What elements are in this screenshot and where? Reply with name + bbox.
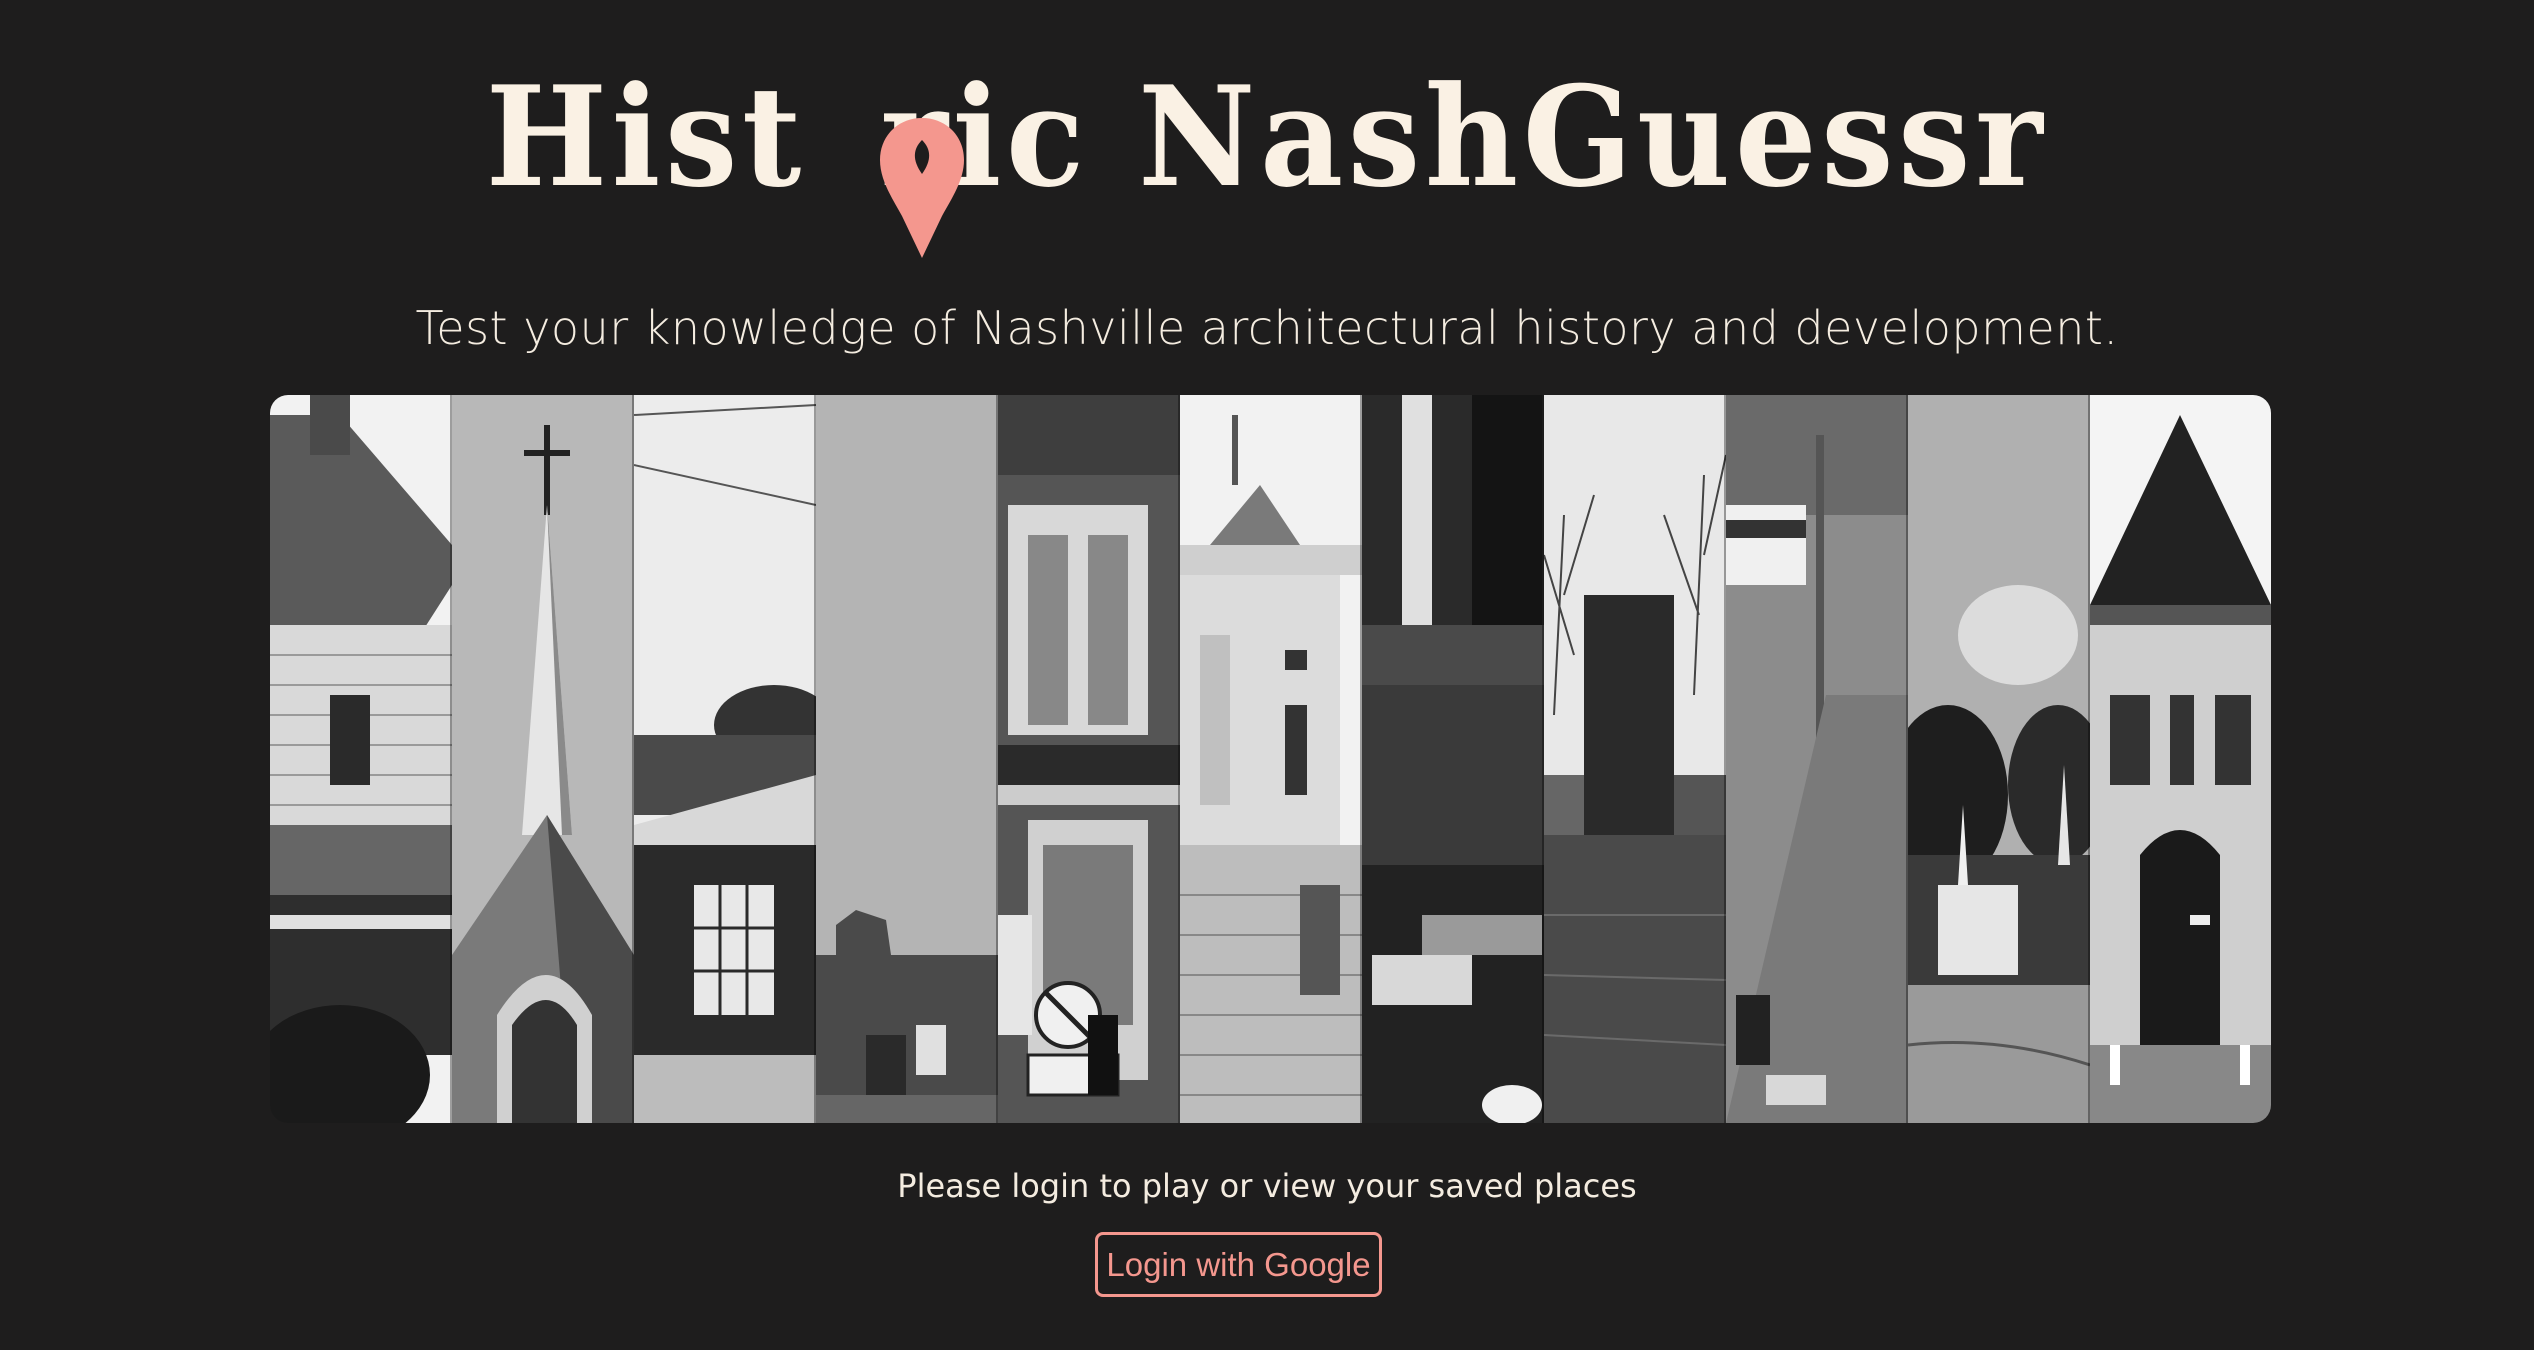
ruined-wall-photo (816, 395, 998, 1123)
church-steeple-photo (452, 395, 634, 1123)
gothic-tower-house-photo (2090, 395, 2271, 1123)
marlboro-sign-street-photo (1726, 395, 1908, 1123)
photo-strip-gallery (270, 395, 2271, 1123)
street-storefront-photo (1362, 395, 1544, 1123)
victorian-house-photo (270, 395, 452, 1123)
flooded-street-photo (1544, 395, 1726, 1123)
login-prompt: Please login to play or view your saved … (897, 1167, 1637, 1205)
cemetery-obelisk-photo (1908, 395, 2090, 1123)
brick-facade-no-right-turn-photo (998, 395, 1180, 1123)
app-title-part1: Hist (486, 55, 807, 218)
tagline: Test your knowledge of Nashville archite… (415, 301, 2119, 355)
app-title-part2: ric NashGuessr (880, 55, 2048, 218)
login-with-google-button[interactable]: Login with Google (1095, 1232, 1382, 1297)
app-title: Hist ric NashGuessr (486, 62, 2048, 212)
brick-building-photo (634, 395, 816, 1123)
map-pin-icon (880, 118, 964, 258)
rotunda-building-photo (1180, 395, 1362, 1123)
page-header: Hist ric NashGuessr (0, 62, 2534, 262)
